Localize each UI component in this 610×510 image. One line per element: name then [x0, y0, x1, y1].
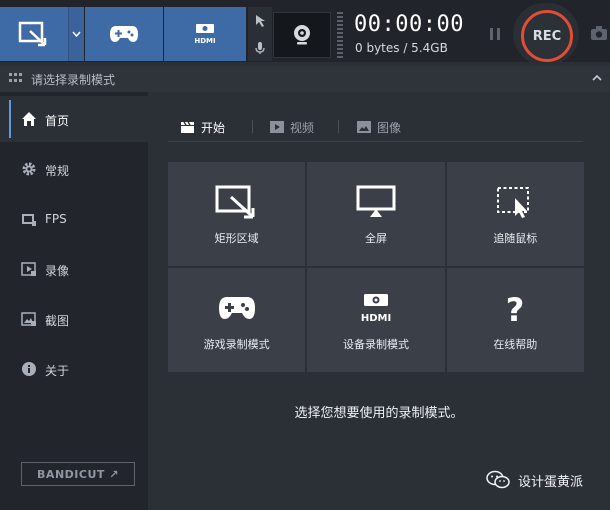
sidebar-item-about[interactable]: 关于: [0, 346, 148, 392]
tab-label: 视频: [290, 120, 315, 135]
rectangle-select-icon: [215, 185, 255, 219]
device-mode-button[interactable]: HDMI: [164, 7, 246, 61]
gear-icon: [22, 162, 36, 176]
watermark-text: 设计蛋黄派: [518, 474, 584, 490]
tile-label: 游戏录制模式: [203, 338, 270, 351]
pause-icon[interactable]: [488, 27, 502, 41]
webcam-icon: [294, 25, 310, 45]
cursor-icon[interactable]: [253, 14, 267, 28]
sidebar-item-label: 关于: [45, 364, 70, 378]
tile-label: 全屏: [364, 232, 387, 245]
tile-label: 矩形区域: [214, 232, 259, 245]
tab-start[interactable]: 开始: [180, 116, 225, 138]
fps-icon: [22, 214, 36, 226]
gamepad-icon: [110, 26, 138, 42]
wechat-icon: [486, 470, 510, 489]
mode-hint: 选择您想要使用的录制模式。: [294, 406, 464, 421]
tab-image[interactable]: 图像: [357, 116, 401, 138]
sidebar-item-label: 常规: [45, 164, 70, 178]
image-icon: [21, 312, 36, 326]
audio-level-meter: [337, 12, 343, 58]
monitor-icon: [356, 185, 396, 217]
game-mode-button[interactable]: [85, 7, 163, 61]
grid-icon: [9, 73, 22, 82]
tab-video[interactable]: 视频: [270, 116, 314, 138]
camera-icon[interactable]: [590, 25, 608, 41]
watermark: 设计蛋黄派: [486, 470, 583, 490]
microphone-icon[interactable]: [254, 41, 266, 55]
online-help-tile[interactable]: ? 在线帮助: [446, 268, 584, 372]
tab-label: 图像: [377, 120, 402, 135]
hdmi-label: HDMI: [361, 313, 391, 323]
game-mode-tile[interactable]: 游戏录制模式: [168, 268, 306, 372]
hdmi-device-icon: HDMI: [194, 24, 216, 45]
tab-bar: 开始 视频 图像: [168, 116, 583, 142]
sidebar-item-label: FPS: [45, 212, 67, 226]
webcam-preview[interactable]: [273, 12, 331, 58]
sidebar-item-label: 截图: [45, 314, 70, 328]
sidebar-item-video[interactable]: 录像: [0, 246, 148, 292]
fullscreen-tile[interactable]: 全屏: [307, 162, 445, 266]
hdmi-device-icon: HDMI: [361, 294, 391, 323]
bandicut-link[interactable]: BANDICUT ↗: [21, 462, 135, 486]
tile-label: 设备录制模式: [342, 338, 409, 351]
sidebar-item-general[interactable]: 常规: [0, 146, 148, 192]
recording-timer: 00:00:00: [354, 12, 464, 37]
play-icon: [270, 121, 284, 133]
follow-cursor-icon: [497, 187, 530, 218]
sidebar-item-home[interactable]: 首页: [0, 96, 148, 142]
info-icon: [22, 362, 36, 376]
record-button[interactable]: REC: [521, 10, 573, 62]
mode-dropdown-button[interactable]: [68, 7, 84, 61]
sidebar: 首页 常规 FPS 录像 截图 关于 BANDICUT ↗: [0, 92, 148, 510]
toolbar: HDMI 00:00:00 0 bytes / 5.4GB REC: [0, 0, 610, 65]
rectangle-area-tile[interactable]: 矩形区域: [168, 162, 306, 266]
clapperboard-icon: [181, 121, 194, 133]
chevron-up-icon[interactable]: [592, 74, 602, 81]
rectangle-mode-button[interactable]: [0, 7, 68, 61]
tile-label: 追随鼠标: [493, 232, 538, 245]
sidebar-item-label: 首页: [45, 114, 70, 128]
home-icon: [22, 112, 36, 126]
main-panel: 开始 视频 图像 矩形区域 全屏 追随鼠标 游戏录制模式 HDMI 设备录制模式…: [148, 92, 610, 510]
toolbar-side-icons: [248, 7, 272, 61]
sidebar-item-label: 录像: [45, 264, 70, 278]
hdmi-label: HDMI: [194, 37, 215, 45]
rectangle-select-icon: [18, 21, 47, 47]
tab-label: 开始: [201, 120, 226, 135]
file-size-readout: 0 bytes / 5.4GB: [355, 41, 448, 55]
mode-title: 请选择录制模式: [31, 72, 116, 87]
tab-divider: [338, 120, 339, 133]
mode-tiles: 矩形区域 全屏 追随鼠标 游戏录制模式 HDMI 设备录制模式 ? 在线帮助: [168, 162, 584, 372]
question-icon: ?: [506, 291, 525, 325]
chevron-down-icon: [72, 31, 81, 37]
tab-divider: [252, 120, 253, 133]
follow-mouse-tile[interactable]: 追随鼠标: [446, 162, 584, 266]
picture-icon: [357, 121, 371, 133]
device-mode-tile[interactable]: HDMI 设备录制模式: [307, 268, 445, 372]
gamepad-icon: [218, 297, 255, 319]
tile-label: 在线帮助: [493, 338, 538, 351]
sidebar-item-fps[interactable]: FPS: [0, 196, 148, 242]
sidebar-item-screenshot[interactable]: 截图: [0, 296, 148, 342]
mode-title-bar: 请选择录制模式: [0, 66, 610, 92]
help-glyph: ?: [506, 291, 525, 325]
video-icon: [21, 262, 36, 276]
